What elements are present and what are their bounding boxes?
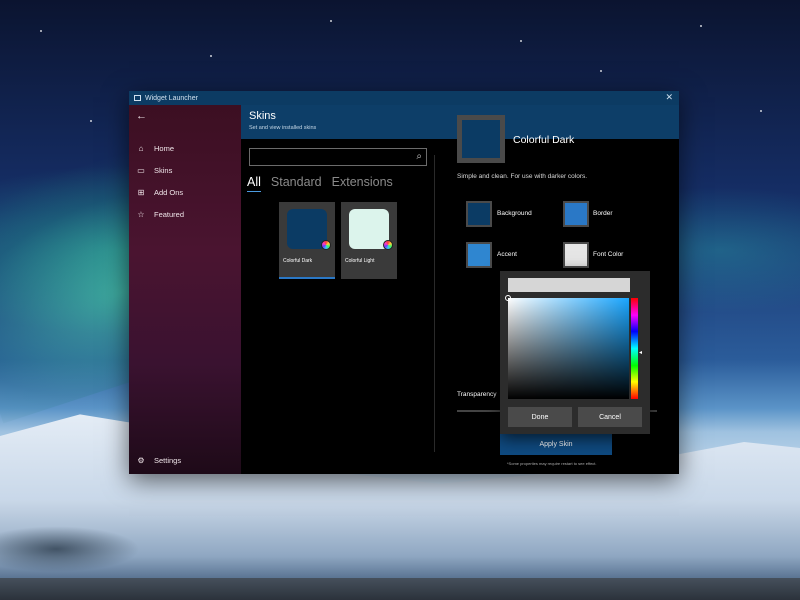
color-picker-handle[interactable] [505, 295, 511, 301]
skins-icon: ▭ [137, 165, 145, 175]
star [90, 120, 92, 122]
star [600, 70, 602, 72]
panel-divider [434, 155, 435, 452]
back-arrow-icon[interactable]: ← [136, 110, 147, 122]
font-color-chip[interactable] [563, 242, 589, 268]
star [40, 30, 42, 32]
accent-color-chip[interactable] [466, 242, 492, 268]
color-wheel-icon [383, 240, 393, 250]
sidebar-item-label: Home [154, 143, 175, 153]
chip-label-font-color: Font Color [593, 251, 624, 258]
skin-detail-description: Simple and clean. For use with darker co… [457, 173, 588, 180]
tab-standard[interactable]: Standard [271, 175, 322, 189]
star [330, 20, 332, 22]
sidebar-item-featured[interactable]: ☆ Featured [135, 206, 235, 222]
app-icon [134, 95, 141, 101]
close-icon[interactable]: ✕ [665, 92, 673, 103]
color-wheel-icon [321, 240, 331, 250]
sidebar-item-skins[interactable]: ▭ Skins [135, 162, 235, 178]
transparency-label: Transparency [457, 391, 497, 398]
skin-detail-title: Colorful Dark [513, 134, 575, 146]
window-title: Widget Launcher [145, 94, 198, 102]
title-bar[interactable]: Widget Launcher ✕ [129, 91, 679, 105]
page-title: Skins [249, 110, 276, 122]
restart-footnote: *Some properties may require restart to … [507, 461, 597, 466]
sidebar-item-label: Settings [154, 455, 182, 465]
tab-all[interactable]: All [247, 175, 261, 192]
skin-label: Colorful Dark [283, 258, 313, 264]
tab-extensions[interactable]: Extensions [332, 175, 393, 189]
taskbar [0, 578, 800, 600]
background-color-chip[interactable] [466, 201, 492, 227]
sidebar-item-settings[interactable]: ⚙ Settings [135, 452, 235, 468]
gear-icon: ⚙ [137, 455, 145, 465]
search-icon[interactable]: ⌕ [416, 151, 422, 162]
star-icon: ☆ [137, 209, 145, 219]
hue-slider-handle[interactable]: ◂ [639, 349, 642, 356]
page-subtitle: Set and view installed skins [249, 125, 317, 131]
search-input[interactable] [250, 149, 426, 165]
border-color-chip[interactable] [563, 201, 589, 227]
color-picker-popup: ◂ Done Cancel [500, 271, 650, 434]
sidebar-item-label: Featured [154, 209, 185, 219]
chip-fill [565, 203, 587, 225]
rocks [0, 526, 140, 572]
chip-fill [468, 244, 490, 266]
search-box: ⌕ [249, 148, 427, 166]
skin-tabs: All Standard Extensions [247, 175, 393, 192]
star [520, 40, 522, 42]
chip-fill [565, 244, 587, 266]
apply-skin-button[interactable]: Apply Skin [500, 433, 612, 455]
star [700, 25, 702, 27]
chip-label-border: Border [593, 210, 613, 217]
cancel-button[interactable]: Cancel [578, 407, 642, 427]
sidebar-item-home[interactable]: ⌂ Home [135, 140, 235, 156]
done-button[interactable]: Done [508, 407, 572, 427]
hex-color-input[interactable] [508, 278, 630, 292]
star [210, 55, 212, 57]
chip-label-background: Background [497, 210, 532, 217]
chip-fill [468, 203, 490, 225]
skin-card-colorful-light[interactable]: Colorful Light [341, 202, 397, 279]
skin-preview [457, 115, 505, 163]
skin-preview-swatch [462, 120, 500, 158]
sidebar: ← ⌂ Home ▭ Skins ⊞ Add Ons ☆ Featured ⚙ … [129, 105, 241, 474]
hue-slider[interactable] [631, 298, 638, 399]
skin-label: Colorful Light [345, 258, 375, 264]
chip-label-accent: Accent [497, 251, 517, 258]
sidebar-item-label: Add Ons [154, 187, 184, 197]
sidebar-item-label: Skins [154, 165, 173, 175]
saturation-value-area[interactable] [505, 295, 629, 399]
skin-card-colorful-dark[interactable]: Colorful Dark [279, 202, 335, 279]
star [760, 110, 762, 112]
add-ons-icon: ⊞ [137, 187, 145, 197]
home-icon: ⌂ [138, 143, 144, 153]
sidebar-item-add-ons[interactable]: ⊞ Add Ons [135, 184, 235, 200]
